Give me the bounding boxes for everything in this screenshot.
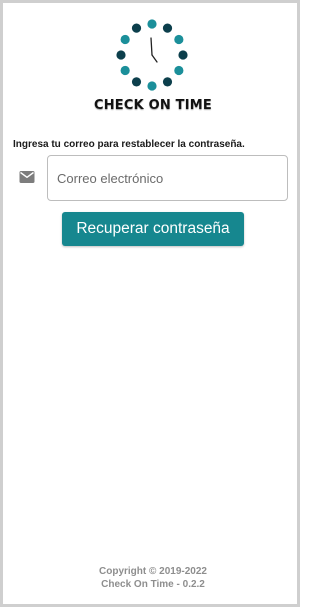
- clock-dot: [162, 23, 173, 33]
- clock-dot: [120, 65, 130, 76]
- app-screen: CHECK ON TIME Ingresa tu correo para res…: [0, 0, 300, 607]
- instruction-text: Ingresa tu correo para restablecer la co…: [13, 139, 245, 150]
- clock-dot: [131, 77, 142, 87]
- clock-dot: [147, 81, 157, 91]
- clock-dot: [178, 50, 188, 60]
- clock-dot: [131, 23, 142, 33]
- app-logo: CHECK ON TIME: [3, 13, 303, 117]
- copyright-text: Copyright © 2019-2022: [99, 566, 207, 577]
- clock-dot: [120, 34, 130, 45]
- clock-icon: [116, 19, 188, 91]
- footer: Copyright © 2019-2022 Check On Time - 0.…: [3, 565, 303, 591]
- clock-dot: [174, 65, 184, 76]
- brand-name: CHECK ON TIME: [93, 98, 213, 113]
- mail-icon: [19, 171, 35, 183]
- clock-dot: [147, 19, 157, 29]
- clock-dot: [174, 34, 184, 45]
- email-input[interactable]: [48, 156, 287, 200]
- clock-dot: [162, 77, 173, 87]
- version-text: Check On Time - 0.2.2: [101, 579, 205, 590]
- recover-password-button[interactable]: Recuperar contraseña: [62, 212, 244, 246]
- email-field[interactable]: [47, 155, 288, 201]
- clock-dot: [116, 50, 126, 60]
